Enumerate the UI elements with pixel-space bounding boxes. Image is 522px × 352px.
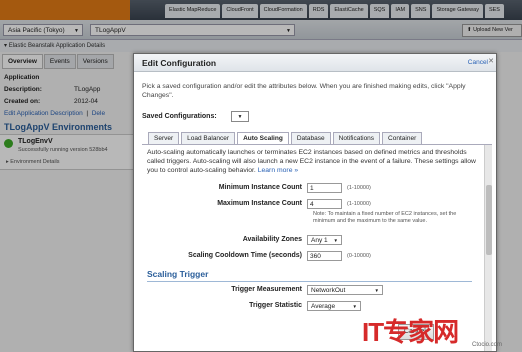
dialog-title: Edit Configuration (142, 58, 217, 68)
auto-scaling-description: Auto-scaling automatically launches or t… (147, 149, 476, 174)
max-instance-note: Note: To maintain a fixed number of EC2 … (313, 211, 457, 224)
chevron-down-icon: ▼ (333, 238, 338, 243)
saved-configurations-select[interactable]: ▼ (231, 111, 249, 122)
scrollbar-thumb[interactable] (486, 185, 492, 255)
saved-configurations-label: Saved Configurations: (142, 113, 217, 120)
section-divider (147, 281, 472, 282)
close-icon[interactable]: ✕ (488, 57, 494, 65)
max-instance-range: (1-10000) (347, 201, 371, 207)
cooldown-label: Scaling Cooldown Time (seconds) (188, 252, 302, 259)
watermark-url: Ctocio.com (472, 342, 503, 348)
trigger-statistic-label: Trigger Statistic (249, 302, 302, 309)
watermark: IT专家网 Ctocio.com (350, 306, 522, 352)
trigger-measurement-select[interactable]: NetworkOut ▼ (307, 285, 383, 295)
watermark-logo: IT专家网 (362, 317, 459, 347)
learn-more-link[interactable]: Learn more » (258, 167, 298, 174)
min-instance-label: Minimum Instance Count (218, 184, 302, 191)
max-instance-label: Maximum Instance Count (217, 200, 302, 207)
cooldown-range: (0-10000) (347, 253, 371, 259)
chevron-down-icon: ▼ (237, 114, 243, 120)
chevron-down-icon: ▼ (374, 288, 379, 293)
cooldown-input[interactable]: 360 (307, 251, 342, 261)
dialog-cancel-link[interactable]: Cancel (468, 59, 488, 66)
min-instance-range: (1-10000) (347, 185, 371, 191)
max-instance-input[interactable]: 4 (307, 199, 342, 209)
dialog-intro: Pick a saved configuration and/or edit t… (142, 83, 466, 99)
min-instance-input[interactable]: 1 (307, 183, 342, 193)
scaling-trigger-heading: Scaling Trigger (147, 269, 209, 279)
dialog-header: Edit Configuration Cancel ✕ (134, 54, 496, 72)
availability-zones-label: Availability Zones (242, 236, 302, 243)
trigger-measurement-label: Trigger Measurement (231, 286, 302, 293)
availability-zones-select[interactable]: Any 1 ▼ (307, 235, 342, 245)
